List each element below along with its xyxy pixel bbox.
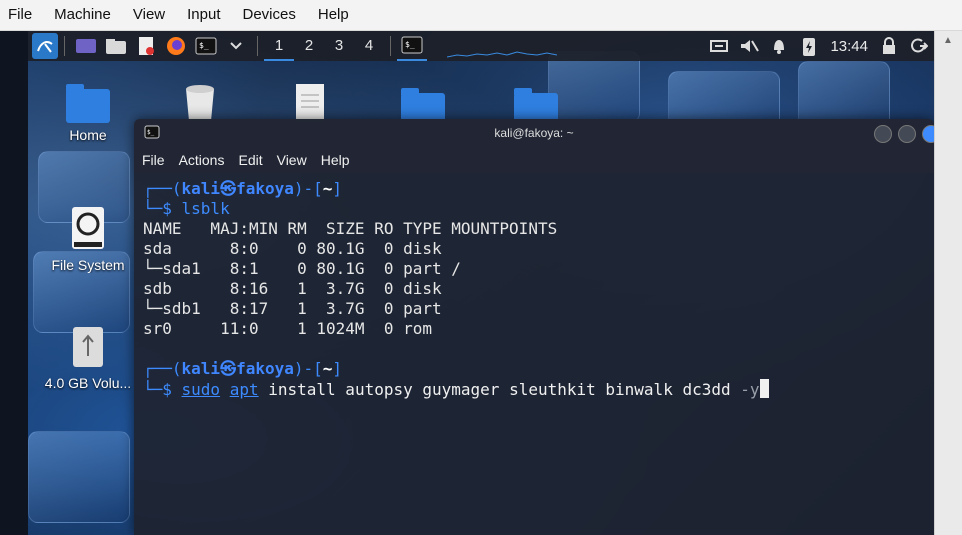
command-args: install autopsy guymager sleuthkit binwa… bbox=[258, 380, 741, 399]
desktop-icon-home[interactable]: Home bbox=[38, 84, 138, 143]
workspace-2[interactable]: 2 bbox=[294, 31, 324, 61]
terminal-output[interactable]: ┌──(kali㉿fakoya)-[~] └─$ lsblk NAME MAJ:… bbox=[134, 173, 934, 399]
desktop-icon-usb-volume[interactable]: 4.0 GB Volu... bbox=[38, 326, 138, 391]
logout-icon[interactable] bbox=[907, 35, 931, 57]
terminal-launcher-icon[interactable]: $_ bbox=[194, 35, 218, 57]
close-button[interactable] bbox=[922, 125, 934, 143]
prompt-decoration: ] bbox=[332, 179, 343, 198]
terminal-menu-file[interactable]: File bbox=[142, 152, 165, 168]
kali-menu-icon[interactable] bbox=[32, 33, 58, 59]
panel-clock[interactable]: 13:44 bbox=[830, 38, 868, 55]
host-menu-machine[interactable]: Machine bbox=[46, 0, 119, 30]
host-menu-input[interactable]: Input bbox=[179, 0, 228, 30]
drive-icon bbox=[72, 207, 104, 249]
desktop-icon-filesystem[interactable]: File System bbox=[38, 206, 138, 273]
desktop-icon-label: 4.0 GB Volu... bbox=[44, 375, 132, 391]
home-folder-icon bbox=[66, 84, 110, 123]
chevron-down-icon[interactable] bbox=[224, 35, 248, 57]
network-icon[interactable] bbox=[707, 35, 731, 57]
prompt-decoration: └─$ bbox=[143, 199, 182, 218]
terminal-menubar: File Actions Edit View Help bbox=[134, 147, 934, 173]
prompt-decoration: )-[ bbox=[293, 179, 323, 198]
prompt-dir: ~ bbox=[322, 359, 333, 378]
prompt-user: kali bbox=[181, 359, 221, 378]
host-menu-view[interactable]: View bbox=[125, 0, 173, 30]
terminal-title: kali@fakoya: ~ bbox=[494, 126, 574, 140]
prompt-decoration: ┌──( bbox=[143, 179, 182, 198]
command-apt: apt bbox=[229, 380, 259, 399]
usb-drive-icon bbox=[73, 327, 103, 367]
prompt-host: fakoya bbox=[236, 179, 294, 198]
output-line: └─sdb1 8:17 1 3.7G 0 part bbox=[143, 299, 442, 318]
command-flag: -y bbox=[740, 380, 760, 399]
wallpaper-key bbox=[28, 431, 130, 523]
output-line: sda 8:0 0 80.1G 0 disk bbox=[143, 239, 442, 258]
minimize-button[interactable] bbox=[874, 125, 892, 143]
terminal-window[interactable]: $_ kali@fakoya: ~ File Actions Edit View… bbox=[134, 119, 934, 535]
file-manager-icon[interactable] bbox=[104, 35, 128, 57]
prompt-at-symbol: ㉿ bbox=[220, 179, 237, 198]
panel-separator bbox=[257, 36, 258, 56]
terminal-titlebar[interactable]: $_ kali@fakoya: ~ bbox=[134, 119, 934, 147]
panel-separator bbox=[390, 36, 391, 56]
prompt-decoration: ] bbox=[332, 359, 343, 378]
notifications-bell-icon[interactable] bbox=[767, 35, 791, 57]
svg-text:$_: $_ bbox=[405, 40, 415, 49]
vm-screen: $_ 1 2 3 4 $_ 13:44 Home File System 4.0… bbox=[28, 31, 934, 535]
prompt-decoration: ┌──( bbox=[143, 359, 182, 378]
prompt-at-symbol: ㉿ bbox=[220, 359, 237, 378]
panel-separator bbox=[64, 36, 65, 56]
terminal-menu-edit[interactable]: Edit bbox=[238, 152, 262, 168]
output-line: sdb 8:16 1 3.7G 0 disk bbox=[143, 279, 442, 298]
trash-icon bbox=[186, 85, 214, 121]
prompt-dir: ~ bbox=[322, 179, 333, 198]
prompt-decoration: └─$ bbox=[143, 380, 182, 399]
terminal-menu-view[interactable]: View bbox=[277, 152, 307, 168]
output-line: └─sda1 8:1 0 80.1G 0 part / bbox=[143, 259, 461, 278]
terminal-taskbar-button[interactable]: $_ bbox=[397, 31, 427, 61]
lock-screen-icon[interactable] bbox=[877, 35, 901, 57]
prompt-line: ┌──(kali㉿fakoya)-[~] bbox=[143, 179, 934, 199]
firefox-icon[interactable] bbox=[164, 35, 188, 57]
battery-icon[interactable] bbox=[797, 35, 821, 57]
text-editor-icon[interactable] bbox=[134, 35, 158, 57]
command-input-line[interactable]: └─$ sudo apt install autopsy guymager sl… bbox=[143, 379, 934, 399]
workspace-4[interactable]: 4 bbox=[354, 31, 384, 61]
host-menu-file[interactable]: File bbox=[0, 0, 40, 30]
volume-muted-icon[interactable] bbox=[737, 35, 761, 57]
cpu-graph bbox=[447, 51, 557, 58]
host-menu-help[interactable]: Help bbox=[310, 0, 357, 30]
command-line: └─$ lsblk bbox=[143, 199, 934, 219]
desktop-icon-label: Home bbox=[69, 127, 107, 143]
command-text: lsblk bbox=[181, 199, 230, 218]
host-menubar: File Machine View Input Devices Help bbox=[0, 0, 962, 31]
output-line: sr0 11:0 1 1024M 0 rom bbox=[143, 319, 432, 338]
workspace-1[interactable]: 1 bbox=[264, 31, 294, 61]
scroll-up-icon[interactable]: ▲ bbox=[943, 35, 953, 46]
workspace-3[interactable]: 3 bbox=[324, 31, 354, 61]
text-file-icon bbox=[296, 84, 324, 122]
terminal-menu-help[interactable]: Help bbox=[321, 152, 350, 168]
prompt-host: fakoya bbox=[236, 359, 294, 378]
svg-text:$_: $_ bbox=[199, 41, 209, 50]
command-sudo: sudo bbox=[181, 380, 221, 399]
top-panel: $_ 1 2 3 4 $_ 13:44 bbox=[28, 31, 934, 61]
host-scrollbar[interactable]: ▲ bbox=[934, 31, 962, 535]
output-line: NAME MAJ:MIN RM SIZE RO TYPE MOUNTPOINTS bbox=[143, 219, 558, 238]
prompt-decoration: )-[ bbox=[293, 359, 323, 378]
terminal-menu-actions[interactable]: Actions bbox=[179, 152, 225, 168]
prompt-user: kali bbox=[181, 179, 221, 198]
desktop-icon-label: File System bbox=[51, 257, 125, 273]
maximize-button[interactable] bbox=[898, 125, 916, 143]
host-menu-devices[interactable]: Devices bbox=[235, 0, 304, 30]
prompt-line: ┌──(kali㉿fakoya)-[~] bbox=[143, 359, 934, 379]
text-cursor bbox=[759, 379, 769, 398]
show-desktop-icon[interactable] bbox=[74, 35, 98, 57]
